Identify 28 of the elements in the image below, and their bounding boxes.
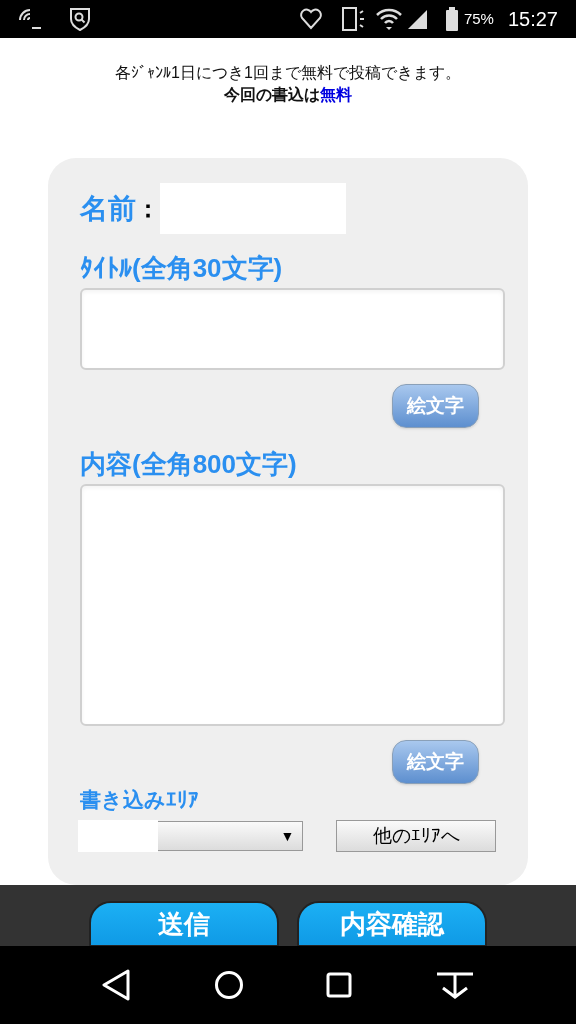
name-separator: ： bbox=[136, 193, 160, 224]
phone-icon bbox=[339, 6, 366, 32]
hide-keyboard-icon[interactable] bbox=[434, 971, 475, 999]
recents-icon[interactable] bbox=[326, 972, 353, 998]
wifi-icon bbox=[375, 7, 402, 31]
other-area-button[interactable]: 他のｴﾘｱへ bbox=[336, 820, 496, 852]
price-text: 無料 bbox=[320, 85, 352, 105]
name-label: 名前 bbox=[80, 191, 136, 226]
content-field[interactable] bbox=[80, 484, 505, 726]
heart-icon bbox=[297, 6, 324, 32]
area-label: 書き込みｴﾘｱ bbox=[80, 787, 200, 813]
area-select[interactable]: ▼ bbox=[78, 821, 304, 851]
battery-icon bbox=[445, 7, 458, 31]
shield-icon bbox=[68, 6, 92, 32]
back-icon[interactable] bbox=[101, 969, 132, 1001]
nfc-icon bbox=[18, 8, 42, 30]
emoji-button[interactable]: 絵文字 bbox=[392, 384, 479, 428]
action-button[interactable]: 送信 bbox=[89, 901, 279, 946]
battery-percent: 75% bbox=[463, 8, 494, 29]
content-label: 内容(全角800文字) bbox=[80, 448, 298, 481]
action-button[interactable]: 内容確認 bbox=[297, 901, 487, 946]
title-label: ﾀｲﾄﾙ(全角30文字) bbox=[80, 252, 284, 285]
title-field[interactable] bbox=[80, 288, 505, 370]
clock: 15:27 bbox=[507, 7, 558, 32]
home-icon[interactable] bbox=[213, 970, 244, 1000]
status-text: 今回の書込は bbox=[224, 85, 320, 105]
notice-text: 各ｼﾞｬﾝﾙ1日につき1回まで無料で投稿できます。 bbox=[115, 63, 461, 83]
emoji-button[interactable]: 絵文字 bbox=[392, 740, 479, 784]
